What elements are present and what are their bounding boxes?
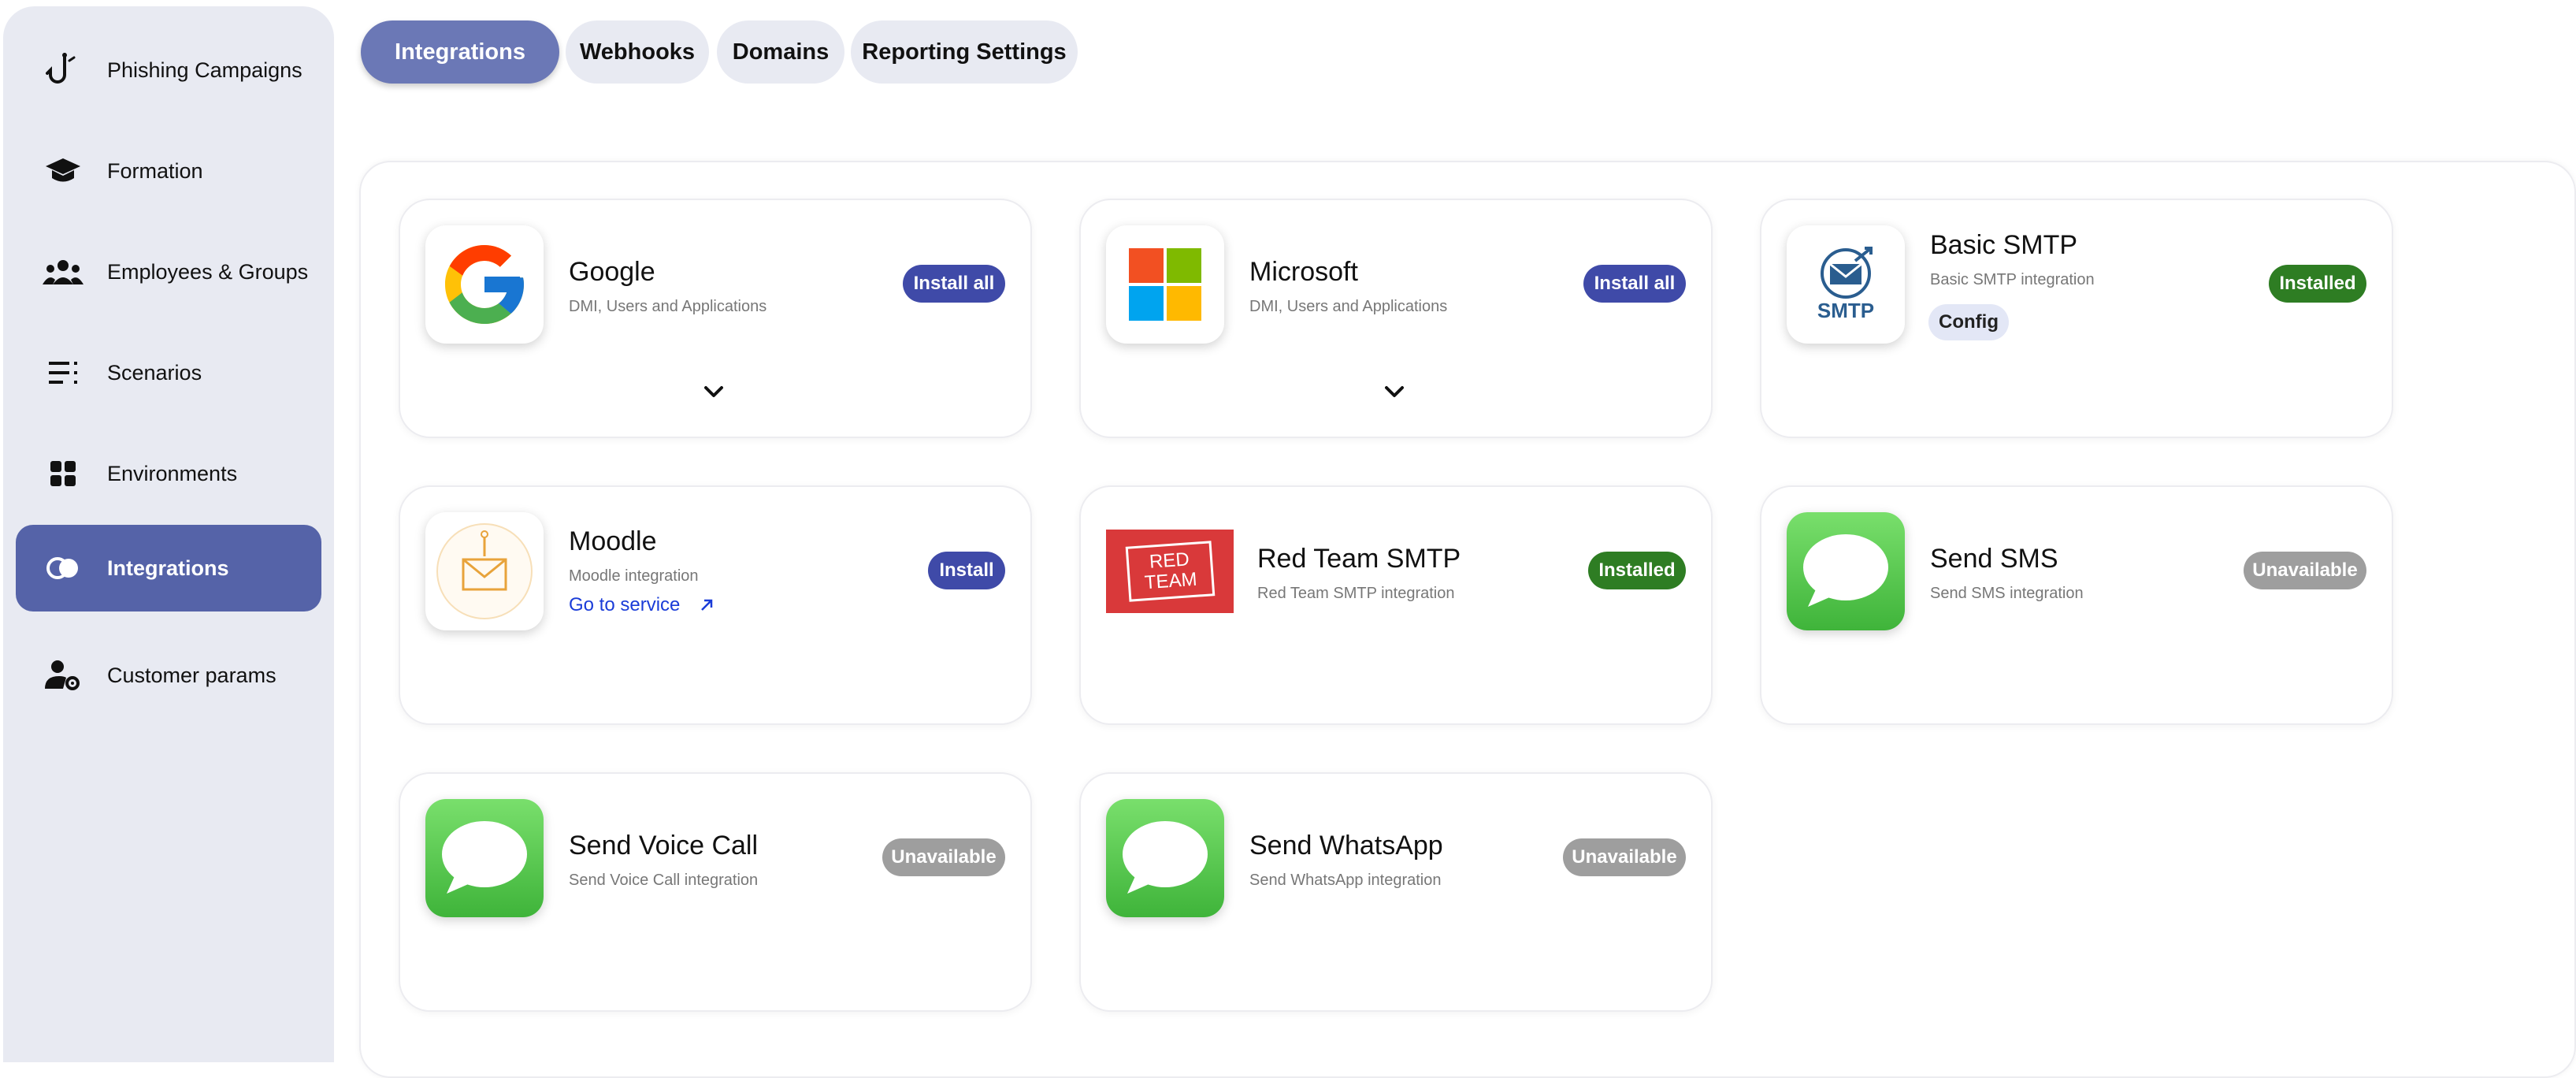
card-title: Send WhatsApp [1249, 831, 1443, 861]
installed-badge: Installed [2269, 265, 2366, 303]
integration-card-send-whatsapp: Send WhatsApp Send WhatsApp integration … [1079, 772, 1713, 1012]
link-label: Go to service [569, 594, 681, 615]
card-title: Moodle [569, 526, 657, 556]
card-title: Google [569, 257, 655, 287]
card-subtitle: Send SMS integration [1930, 585, 2084, 602]
sidebar-item-label: Employees & Groups [107, 259, 309, 284]
card-title: Basic SMTP [1930, 230, 2078, 260]
grid-icon [43, 453, 84, 494]
user-settings-icon [43, 655, 84, 696]
sidebar-item-label: Formation [107, 158, 203, 183]
install-all-button[interactable]: Install all [903, 265, 1005, 303]
graduation-cap-icon [43, 151, 84, 191]
sidebar-item-label: Integrations [107, 556, 229, 580]
card-title: Send Voice Call [569, 831, 759, 861]
sidebar-item-environments[interactable]: Environments [16, 430, 321, 517]
chevron-down-icon[interactable] [698, 377, 729, 408]
card-subtitle: Send WhatsApp integration [1249, 872, 1442, 889]
integration-card-red-team-smtp: RED TEAM Red Team SMTP Red Team SMTP int… [1079, 485, 1713, 725]
message-bubble-icon [1106, 799, 1224, 917]
moodle-logo-icon [425, 512, 544, 630]
sidebar-item-integrations[interactable]: Integrations [16, 525, 321, 611]
tab-integrations[interactable]: Integrations [361, 20, 559, 84]
config-button[interactable]: Config [1928, 304, 2009, 340]
tab-reporting-settings[interactable]: Reporting Settings [851, 20, 1078, 84]
sidebar-item-formation[interactable]: Formation [16, 128, 321, 214]
card-subtitle: Send Voice Call integration [569, 872, 759, 889]
go-to-service-link[interactable]: Go to service [569, 594, 716, 616]
sidebar: Phishing Campaigns Formation Employees &… [3, 6, 334, 1062]
integration-card-microsoft: Microsoft DMI, Users and Applications In… [1079, 199, 1713, 438]
sidebar-item-label: Environments [107, 461, 238, 485]
integration-card-google: Google DMI, Users and Applications Insta… [399, 199, 1032, 438]
installed-badge: Installed [1588, 552, 1686, 589]
install-all-button[interactable]: Install all [1583, 265, 1686, 303]
sidebar-item-customer-params[interactable]: Customer params [16, 632, 321, 719]
unavailable-badge: Unavailable [1563, 838, 1686, 876]
tab-domains[interactable]: Domains [717, 20, 844, 84]
integration-card-send-sms: Send SMS Send SMS integration Unavailabl… [1760, 485, 2393, 725]
red-team-logo-text: TEAM [1143, 568, 1198, 594]
google-logo-icon [425, 225, 544, 344]
sidebar-item-scenarios[interactable]: Scenarios [16, 329, 321, 416]
microsoft-logo-icon [1106, 225, 1224, 344]
smtp-logo-icon: SMTP [1787, 225, 1905, 344]
sidebar-item-phishing-campaigns[interactable]: Phishing Campaigns [16, 27, 321, 113]
card-title: Microsoft [1249, 257, 1358, 287]
sidebar-item-label: Customer params [107, 663, 277, 687]
tab-webhooks[interactable]: Webhooks [566, 20, 709, 84]
integration-card-basic-smtp: SMTP Basic SMTP Basic SMTP integration C… [1760, 199, 2393, 438]
sidebar-item-label: Scenarios [107, 360, 202, 385]
list-icon [43, 352, 84, 393]
integration-card-moodle: Moodle Moodle integration Go to service … [399, 485, 1032, 725]
integrations-icon [43, 548, 84, 589]
sidebar-item-label: Phishing Campaigns [107, 58, 303, 82]
red-team-logo-icon: RED TEAM [1106, 530, 1234, 613]
card-title: Red Team SMTP [1257, 544, 1461, 574]
integration-card-send-voice-call: Send Voice Call Send Voice Call integrat… [399, 772, 1032, 1012]
message-bubble-icon [425, 799, 544, 917]
card-subtitle: DMI, Users and Applications [569, 298, 767, 315]
chevron-down-icon[interactable] [1379, 377, 1410, 408]
card-title: Send SMS [1930, 544, 2058, 574]
card-subtitle: Basic SMTP integration [1930, 271, 2095, 288]
unavailable-badge: Unavailable [2244, 552, 2366, 589]
people-group-icon [43, 251, 84, 292]
external-link-icon [701, 599, 713, 611]
card-subtitle: Moodle integration [569, 567, 699, 585]
sidebar-item-employees-groups[interactable]: Employees & Groups [16, 229, 321, 315]
card-subtitle: DMI, Users and Applications [1249, 298, 1448, 315]
install-button[interactable]: Install [928, 552, 1005, 589]
fishhook-icon [43, 50, 84, 91]
unavailable-badge: Unavailable [882, 838, 1005, 876]
message-bubble-icon [1787, 512, 1905, 630]
card-subtitle: Red Team SMTP integration [1257, 585, 1455, 602]
smtp-logo-text: SMTP [1817, 298, 1875, 322]
